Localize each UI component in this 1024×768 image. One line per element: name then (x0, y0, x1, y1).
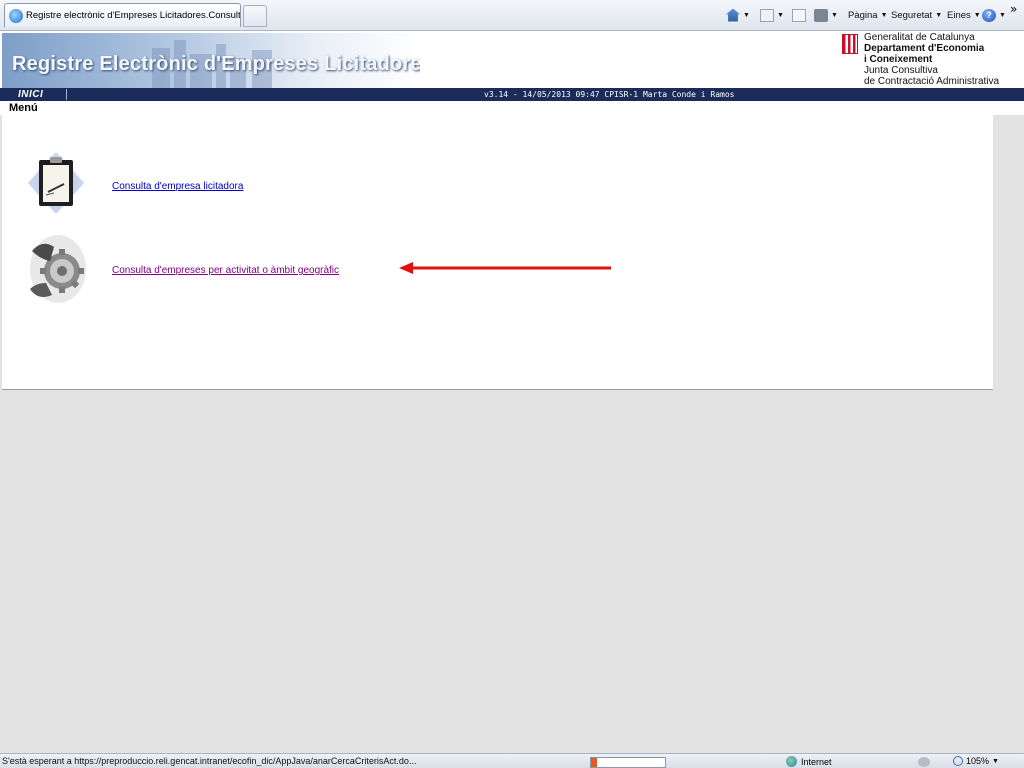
nav-separator (66, 89, 67, 100)
link-consulta-activitat[interactable]: Consulta d'empreses per activitat o àmbi… (112, 265, 339, 276)
chevron-down-icon: ▼ (831, 11, 838, 19)
org-line: Generalitat de Catalunya (864, 32, 975, 43)
session-status: v3.14 - 14/05/2013 09:47 CPISR-1 Marta C… (484, 90, 735, 99)
progress-fill (591, 758, 597, 767)
header-banner: Registre Electrònic d'Empreses Licitador… (0, 31, 1024, 88)
page-viewport: Registre Electrònic d'Empreses Licitador… (0, 31, 1024, 753)
security-zone[interactable]: Internet (786, 756, 832, 767)
zoom-level: 105% (966, 756, 990, 766)
chevron-down-icon: ▼ (777, 11, 784, 19)
link-consulta-empresa[interactable]: Consulta d'empresa licitadora (112, 181, 243, 192)
chevron-down-icon: ▼ (973, 11, 981, 19)
help-icon: ? (982, 8, 996, 22)
ie-logo-icon (9, 8, 23, 23)
zoom-control[interactable]: 105% ▼ (953, 756, 999, 766)
annotation-arrow (399, 262, 611, 274)
mail-button[interactable] (792, 6, 806, 24)
menu-header: Menú (0, 101, 1024, 115)
globe-icon (786, 756, 797, 767)
security-menu-button[interactable]: Seguretat ▼ (891, 6, 942, 24)
nav-home-link[interactable]: INICI (18, 88, 43, 101)
tools-menu-button[interactable]: Eines ▼ (947, 6, 981, 24)
rss-feed-icon (760, 8, 774, 22)
clipboard-icon[interactable] (24, 148, 88, 218)
feeds-button[interactable]: ▼ (760, 6, 784, 24)
chevron-down-icon: ▼ (999, 11, 1006, 19)
zoom-icon (953, 756, 963, 766)
nav-bar: INICI v3.14 - 14/05/2013 09:47 CPISR-1 M… (0, 88, 1024, 101)
org-line: Junta Consultiva (864, 65, 938, 76)
status-text: S'està esperant a https://preproduccio.r… (2, 756, 417, 766)
gears-icon[interactable] (24, 231, 88, 303)
chevron-down-icon: ▼ (743, 11, 750, 19)
print-button[interactable]: ▼ (814, 6, 838, 24)
home-icon (726, 8, 740, 22)
progress-bar (590, 757, 666, 768)
senyera-icon (842, 34, 858, 54)
chevron-down-icon: ▼ (992, 757, 999, 765)
menu-title: Menú (9, 102, 38, 114)
gencat-logo: Generalitat de Catalunya Departament d'E… (842, 32, 1022, 88)
protected-mode-icon[interactable] (918, 757, 930, 767)
help-button[interactable]: ? ▼ (982, 6, 1006, 24)
org-name: Generalitat de Catalunya Departament d'E… (864, 32, 999, 87)
org-line: i Coneixement (864, 54, 933, 65)
site-title: Registre Electrònic d'Empreses Licitador… (12, 53, 420, 75)
tools-menu-label: Eines (947, 9, 971, 21)
browser-tab-active[interactable]: Registre electrònic d'Empreses Licitador… (4, 3, 241, 27)
page-menu-button[interactable]: Pàgina ▼ (848, 6, 888, 24)
org-line: de Contractació Administrativa (864, 76, 1000, 87)
browser-toolbar: Registre electrònic d'Empreses Licitador… (0, 0, 1024, 31)
banner-image: Registre Electrònic d'Empreses Licitador… (2, 33, 420, 88)
chevron-down-icon: ▼ (880, 11, 888, 19)
new-tab-button[interactable] (243, 5, 267, 27)
page-menu-label: Pàgina (848, 9, 878, 21)
chevron-down-icon: ▼ (935, 11, 943, 19)
zone-label: Internet (801, 756, 832, 767)
security-menu-label: Seguretat (891, 9, 933, 21)
toolbar-overflow-button[interactable]: » (1010, 2, 1017, 16)
home-button[interactable]: ▼ (726, 6, 750, 24)
browser-tab-title: Registre electrònic d'Empreses Licitador… (26, 10, 240, 21)
mail-icon (792, 8, 806, 22)
menu-panel: Consulta d'empresa licitadora Consulta d… (2, 115, 993, 390)
org-line: Departament d'Economia (864, 43, 985, 54)
printer-icon (814, 8, 828, 22)
browser-statusbar: S'està esperant a https://preproduccio.r… (0, 753, 1024, 768)
